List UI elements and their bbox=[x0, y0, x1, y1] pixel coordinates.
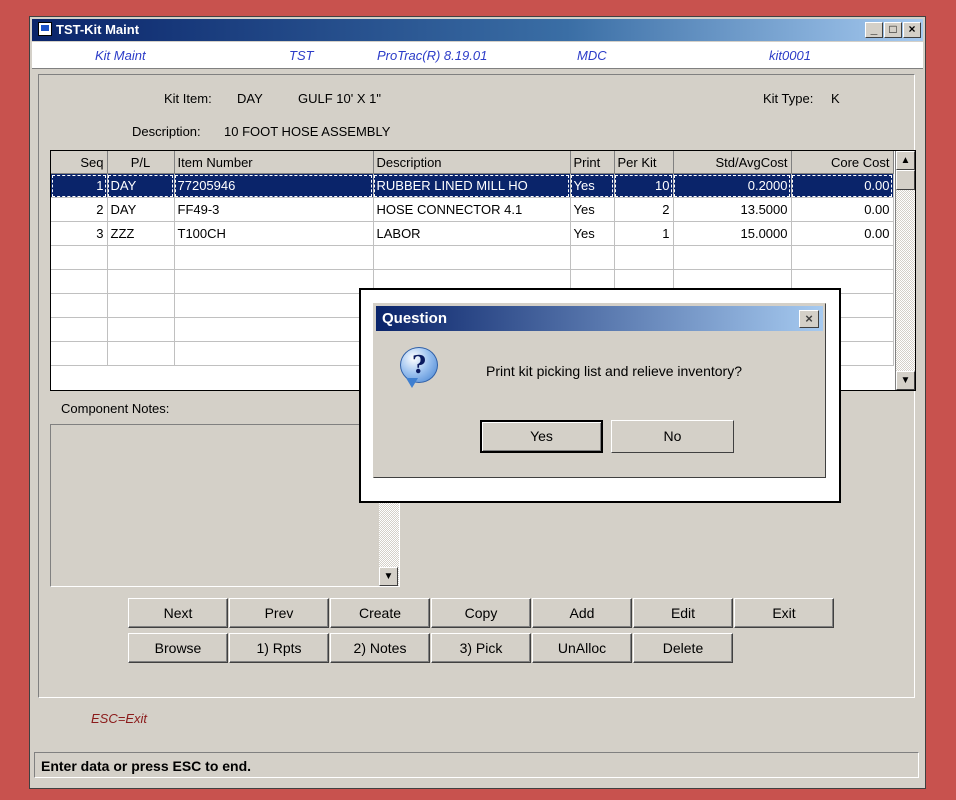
notes-scroll-down-icon[interactable]: ▼ bbox=[379, 567, 398, 586]
program-id: kit0001 bbox=[769, 48, 811, 63]
reports-button[interactable]: 1) Rpts bbox=[229, 633, 329, 663]
scroll-thumb[interactable] bbox=[896, 170, 915, 190]
grid-vertical-scrollbar[interactable]: ▲ ▼ bbox=[895, 151, 915, 390]
cell-print: Yes bbox=[570, 221, 615, 246]
dialog-close-icon[interactable]: × bbox=[799, 310, 819, 328]
status-bar: Enter data or press ESC to end. bbox=[34, 752, 919, 778]
question-dialog: Question × ? Print kit picking list and … bbox=[373, 303, 826, 478]
cell-description: LABOR bbox=[373, 221, 571, 246]
cell-pl: DAY bbox=[107, 197, 175, 222]
window-title: TST-Kit Maint bbox=[56, 22, 140, 37]
cell-print: Yes bbox=[570, 197, 615, 222]
screen-name: Kit Maint bbox=[95, 48, 146, 63]
cell-std-avg-cost: 13.5000 bbox=[673, 197, 792, 222]
pick-button[interactable]: 3) Pick bbox=[431, 633, 531, 663]
dialog-message: Print kit picking list and relieve inven… bbox=[486, 363, 743, 379]
dialog-title-bar[interactable]: Question × bbox=[376, 306, 823, 331]
dialog-title: Question bbox=[382, 310, 448, 327]
grid-header-row: Seq P/L Item Number Description Print Pe… bbox=[51, 151, 894, 174]
cell-core-cost: 0.00 bbox=[791, 173, 894, 198]
browse-button[interactable]: Browse bbox=[128, 633, 228, 663]
cell-item-number: 77205946 bbox=[174, 173, 374, 198]
col-description[interactable]: Description bbox=[373, 151, 571, 174]
question-icon-tail bbox=[406, 378, 418, 388]
next-button[interactable]: Next bbox=[128, 598, 228, 628]
create-button[interactable]: Create bbox=[330, 598, 430, 628]
cell-per-kit: 1 bbox=[614, 221, 674, 246]
maximize-button[interactable]: □ bbox=[884, 22, 902, 38]
cell-seq: 3 bbox=[51, 221, 108, 246]
table-row[interactable]: 1 DAY 77205946 RUBBER LINED MILL HO Yes … bbox=[51, 173, 894, 198]
col-seq[interactable]: Seq bbox=[51, 151, 108, 174]
component-notes-label: Component Notes: bbox=[61, 401, 170, 416]
table-row[interactable]: 3 ZZZ T100CH LABOR Yes 1 15.0000 0.00 bbox=[51, 221, 894, 246]
dialog-no-button[interactable]: No bbox=[611, 420, 734, 453]
col-pl[interactable]: P/L bbox=[107, 151, 175, 174]
cell-std-avg-cost: 15.0000 bbox=[673, 221, 792, 246]
prev-button[interactable]: Prev bbox=[229, 598, 329, 628]
table-row[interactable]: 2 DAY FF49-3 HOSE CONNECTOR 4.1 Yes 2 13… bbox=[51, 197, 894, 222]
minimize-button[interactable]: _ bbox=[865, 22, 883, 38]
cell-pl: DAY bbox=[107, 173, 175, 198]
kit-type-value[interactable]: K bbox=[831, 91, 840, 106]
table-row-empty[interactable] bbox=[51, 245, 894, 270]
company-code: TST bbox=[289, 48, 314, 63]
col-std-avg-cost[interactable]: Std/AvgCost bbox=[673, 151, 792, 174]
scroll-up-icon[interactable]: ▲ bbox=[896, 151, 915, 170]
description-value[interactable]: 10 FOOT HOSE ASSEMBLY bbox=[224, 124, 390, 139]
col-core-cost[interactable]: Core Cost bbox=[791, 151, 894, 174]
app-icon bbox=[38, 22, 52, 36]
cell-description: RUBBER LINED MILL HO bbox=[373, 173, 571, 198]
component-notes-textarea[interactable]: ▼ bbox=[50, 424, 400, 587]
kit-type-label: Kit Type: bbox=[763, 91, 814, 106]
title-bar[interactable]: TST-Kit Maint _ □ × bbox=[32, 19, 923, 41]
cell-seq: 2 bbox=[51, 197, 108, 222]
notes-button[interactable]: 2) Notes bbox=[330, 633, 430, 663]
info-bar: Kit Maint TST ProTrac(R) 8.19.01 MDC kit… bbox=[32, 42, 923, 69]
exit-button[interactable]: Exit bbox=[734, 598, 834, 628]
cell-description: HOSE CONNECTOR 4.1 bbox=[373, 197, 571, 222]
cell-core-cost: 0.00 bbox=[791, 197, 894, 222]
unalloc-button[interactable]: UnAlloc bbox=[532, 633, 632, 663]
col-print[interactable]: Print bbox=[570, 151, 615, 174]
scroll-down-icon[interactable]: ▼ bbox=[896, 371, 915, 390]
kit-item-label: Kit Item: bbox=[164, 91, 212, 106]
esc-hint: ESC=Exit bbox=[91, 711, 147, 726]
cell-per-kit: 2 bbox=[614, 197, 674, 222]
cell-core-cost: 0.00 bbox=[791, 221, 894, 246]
add-button[interactable]: Add bbox=[532, 598, 632, 628]
kit-item-pl[interactable]: DAY bbox=[237, 91, 263, 106]
kit-item-number[interactable]: GULF 10' X 1" bbox=[298, 91, 381, 106]
description-label: Description: bbox=[132, 124, 201, 139]
cell-per-kit: 10 bbox=[614, 173, 674, 198]
cell-std-avg-cost: 0.2000 bbox=[673, 173, 792, 198]
product-version: ProTrac(R) 8.19.01 bbox=[377, 48, 488, 63]
delete-button[interactable]: Delete bbox=[633, 633, 733, 663]
location-code: MDC bbox=[577, 48, 607, 63]
col-per-kit[interactable]: Per Kit bbox=[614, 151, 674, 174]
question-dialog-frame: Question × ? Print kit picking list and … bbox=[359, 288, 841, 503]
cell-pl: ZZZ bbox=[107, 221, 175, 246]
cell-print: Yes bbox=[570, 173, 615, 198]
close-button[interactable]: × bbox=[903, 22, 921, 38]
col-item-number[interactable]: Item Number bbox=[174, 151, 374, 174]
edit-button[interactable]: Edit bbox=[633, 598, 733, 628]
cell-item-number: T100CH bbox=[174, 221, 374, 246]
copy-button[interactable]: Copy bbox=[431, 598, 531, 628]
dialog-yes-button[interactable]: Yes bbox=[480, 420, 603, 453]
cell-seq: 1 bbox=[51, 173, 108, 198]
cell-item-number: FF49-3 bbox=[174, 197, 374, 222]
